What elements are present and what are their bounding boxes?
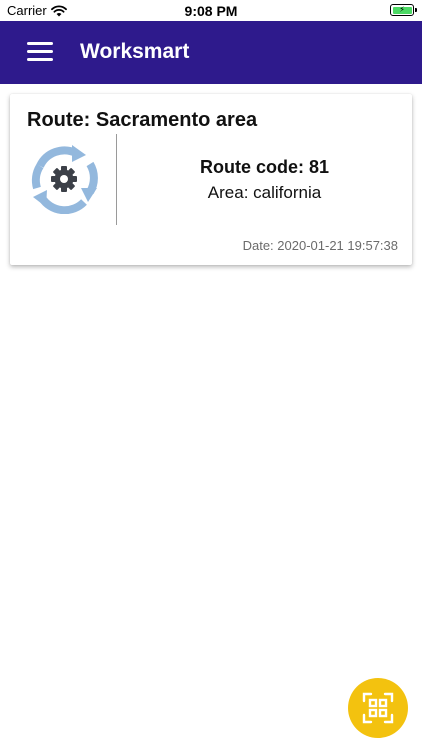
battery-level: ⚡ (392, 5, 412, 14)
gear-refresh-icon (31, 145, 98, 214)
route-card[interactable]: Route: Sacramento area Route code: 81 Ar… (10, 94, 412, 265)
route-code: Route code: 81 (199, 157, 330, 177)
route-area: Area: california (207, 183, 322, 202)
qr-scan-button[interactable] (348, 678, 408, 738)
qr-scan-icon (362, 692, 394, 724)
hamburger-menu-icon[interactable] (27, 42, 53, 62)
app-title: Worksmart (80, 40, 190, 63)
route-date: Date: 2020-01-21 19:57:38 (242, 238, 398, 253)
battery-icon: ⚡ (390, 4, 417, 16)
charging-bolt-icon: ⚡ (399, 5, 405, 14)
status-time: 9:08 PM (184, 3, 238, 19)
app-header: Worksmart (0, 21, 422, 84)
status-bar: Carrier 9:08 PM ⚡ (0, 0, 422, 21)
card-divider (116, 134, 117, 225)
route-title: Route: Sacramento area (27, 109, 258, 131)
